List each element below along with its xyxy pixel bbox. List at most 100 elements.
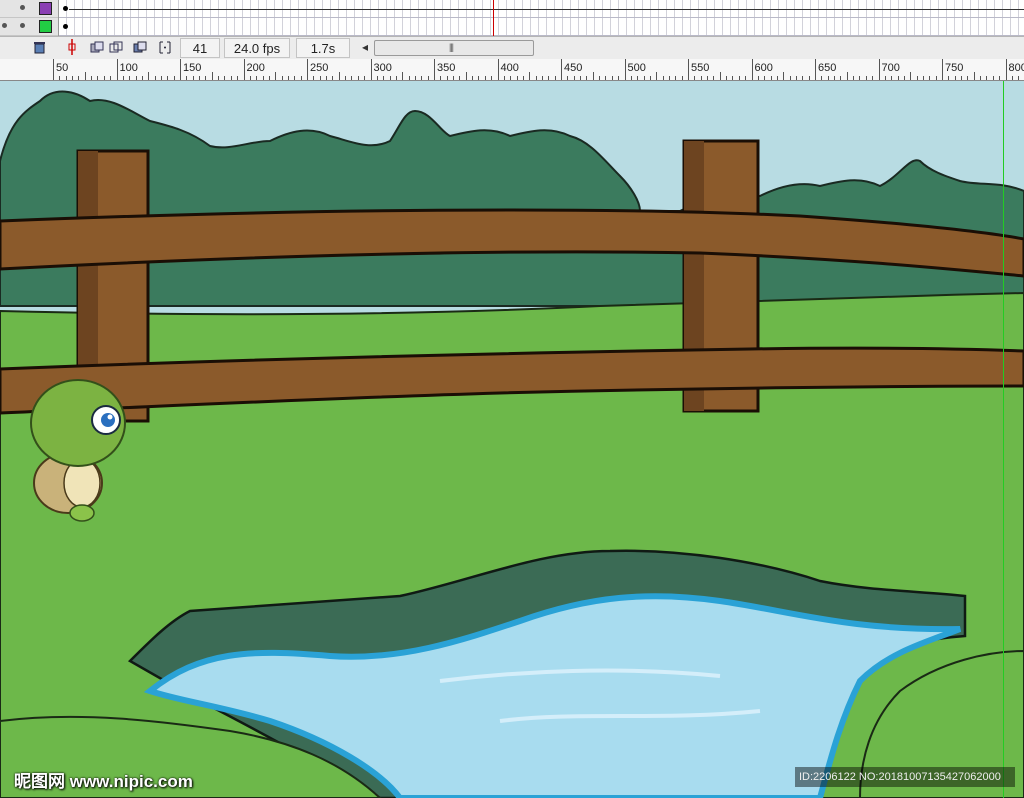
ruler-minor-tick	[935, 76, 937, 80]
stage-canvas[interactable]: 昵图网 www.nipic.com ID:2206122 NO:20181007…	[0, 81, 1024, 798]
ruler-minor-tick	[865, 76, 867, 80]
ruler-label: 50	[56, 62, 69, 74]
ruler-minor-tick	[967, 76, 969, 80]
ruler-minor-tick	[694, 76, 696, 80]
ruler-major-tick	[434, 59, 435, 80]
ruler-minor-tick	[84, 72, 86, 80]
ruler-minor-tick	[586, 76, 588, 80]
ruler-minor-tick	[389, 76, 391, 80]
ruler-label: 750	[945, 62, 964, 74]
ruler-minor-tick	[846, 72, 848, 80]
layer-row-1[interactable]	[0, 0, 58, 18]
ruler-major-tick	[942, 59, 943, 80]
timeline-horizontal-scrollbar[interactable]: |||	[374, 40, 534, 56]
playhead[interactable]	[493, 0, 494, 36]
ruler-minor-tick	[573, 76, 575, 80]
ruler-minor-tick	[675, 76, 677, 80]
ruler-minor-tick	[300, 76, 302, 80]
ruler-minor-tick	[122, 76, 124, 80]
ruler-minor-tick	[1011, 76, 1013, 80]
visibility-dot-icon[interactable]	[20, 23, 25, 28]
ruler-minor-tick	[662, 76, 664, 80]
ruler-label: 100	[119, 62, 138, 74]
ruler-minor-tick	[503, 76, 505, 80]
vertical-guide-line[interactable]	[1003, 81, 1004, 798]
ruler-minor-tick	[154, 76, 156, 80]
ruler-label: 200	[246, 62, 265, 74]
ruler-minor-tick	[472, 76, 474, 80]
frame-row-2[interactable]	[59, 18, 1024, 36]
ruler-minor-tick	[192, 76, 194, 80]
ruler-minor-tick	[249, 76, 251, 80]
ruler-minor-tick	[421, 76, 423, 80]
ruler-label: 650	[818, 62, 837, 74]
ruler-major-tick	[561, 59, 562, 80]
ruler-minor-tick	[173, 76, 175, 80]
layer-list	[0, 0, 59, 36]
trash-icon[interactable]	[31, 39, 47, 55]
ruler-minor-tick	[980, 76, 982, 80]
ruler-label: 400	[500, 62, 519, 74]
ruler-minor-tick	[65, 76, 67, 80]
ruler-minor-tick	[287, 76, 289, 80]
center-frame-icon[interactable]	[64, 39, 80, 55]
frame-rate-field[interactable]: 24.0 fps	[224, 38, 290, 58]
lock-dot-icon[interactable]	[2, 23, 7, 28]
ruler-minor-tick	[186, 76, 188, 80]
ruler-minor-tick	[332, 76, 334, 80]
ruler-label: 350	[437, 62, 456, 74]
ruler-minor-tick	[630, 76, 632, 80]
ruler-minor-tick	[649, 76, 651, 80]
ruler-minor-tick	[884, 76, 886, 80]
ruler-minor-tick	[357, 76, 359, 80]
ruler-minor-tick	[834, 76, 836, 80]
scroll-left-arrow-icon[interactable]: ◂	[357, 39, 373, 55]
ruler-minor-tick	[707, 76, 709, 80]
ruler-minor-tick	[732, 76, 734, 80]
ruler-minor-tick	[770, 76, 772, 80]
layer-color-swatch[interactable]	[39, 2, 52, 15]
edit-multiple-frames-icon[interactable]	[132, 39, 148, 55]
ruler-minor-tick	[776, 76, 778, 80]
layer-row-2[interactable]	[0, 18, 58, 36]
ruler-minor-tick	[427, 76, 429, 80]
frames-grid[interactable]	[59, 0, 1024, 36]
ruler-minor-tick	[802, 76, 804, 80]
ruler-minor-tick	[719, 72, 721, 80]
ruler-minor-tick	[199, 76, 201, 80]
frame-row-1[interactable]	[59, 0, 1024, 18]
ruler-minor-tick	[135, 76, 137, 80]
current-frame-field[interactable]: 41	[180, 38, 220, 58]
ruler-minor-tick	[929, 76, 931, 80]
onion-skin-icon[interactable]	[89, 39, 105, 55]
ruler-minor-tick	[78, 76, 80, 80]
ruler-major-tick	[751, 59, 753, 80]
ruler-minor-tick	[656, 72, 658, 80]
ruler-minor-tick	[91, 76, 93, 80]
keyframe-marker[interactable]	[63, 24, 68, 29]
ruler-minor-tick	[262, 76, 264, 80]
ruler-minor-tick	[440, 76, 442, 80]
ruler-label: 150	[183, 62, 202, 74]
ruler-label: 250	[310, 62, 329, 74]
ruler-minor-tick	[827, 76, 829, 80]
visibility-dot-icon[interactable]	[20, 5, 25, 10]
onion-skin-outline-icon[interactable]	[108, 39, 124, 55]
scrollbar-grip-icon[interactable]: |||	[449, 42, 454, 52]
ruler-minor-tick	[218, 76, 220, 80]
ruler-minor-tick	[72, 76, 74, 80]
ruler-minor-tick	[840, 76, 842, 80]
ruler-minor-tick	[516, 76, 518, 80]
ruler-major-tick	[243, 59, 245, 80]
keyframe-marker[interactable]	[63, 6, 68, 11]
ruler-label: 800	[1008, 62, 1024, 74]
ruler-minor-tick	[376, 76, 378, 80]
modify-onion-markers-icon[interactable]	[157, 39, 173, 55]
layer-color-swatch[interactable]	[39, 20, 52, 33]
ruler-minor-tick	[872, 76, 874, 80]
ruler-minor-tick	[1018, 76, 1020, 80]
ruler-minor-tick	[478, 76, 480, 80]
ruler-minor-tick	[618, 76, 620, 80]
ruler-minor-tick	[414, 76, 416, 80]
ruler-major-tick	[53, 59, 54, 80]
